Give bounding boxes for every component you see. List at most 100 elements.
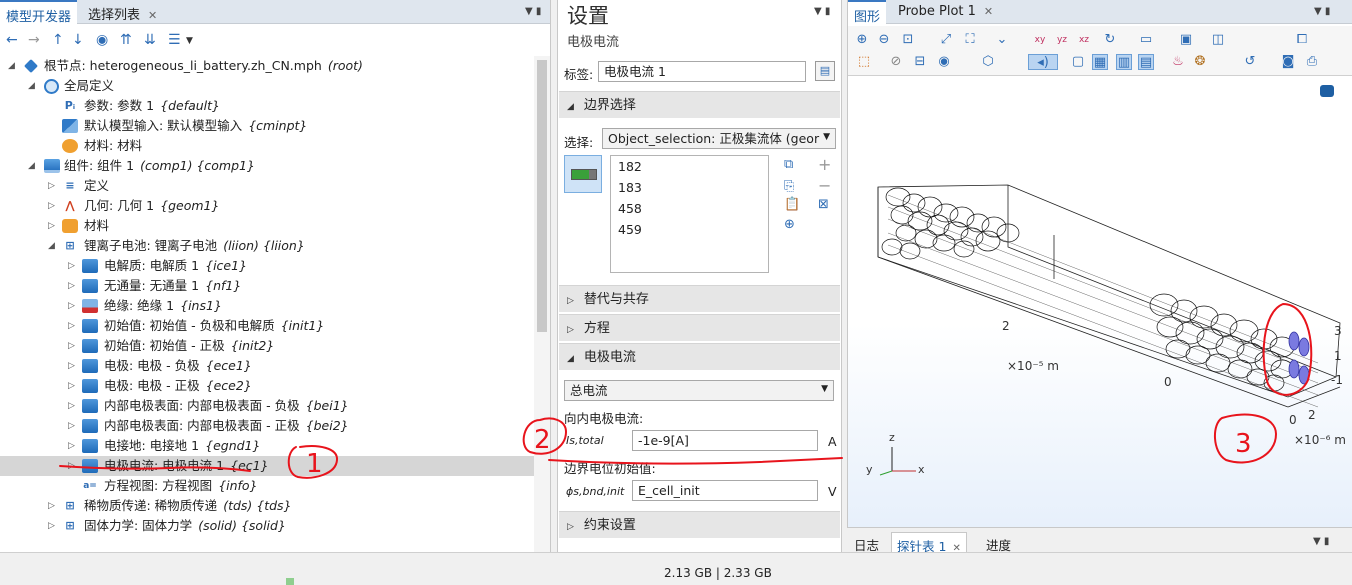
chevron-down-icon[interactable]: ▼ — [186, 36, 193, 46]
current-value-field[interactable]: -1e-9[A] — [632, 430, 818, 451]
move-down-icon[interactable]: ↓ — [72, 32, 84, 48]
expand-arrow-icon[interactable]: ◢ — [8, 56, 18, 76]
remove-icon[interactable]: − — [818, 176, 831, 195]
label-field[interactable]: 电极电流 1 — [598, 61, 806, 82]
collapse-all-icon[interactable]: ⇊ — [144, 32, 156, 48]
add-icon[interactable]: + — [818, 155, 831, 174]
graphics-canvas[interactable]: 2 ×10⁻⁵ m 0 0 2 ×10⁻⁶ m 3 1 -1 z y x — [848, 77, 1352, 527]
expand-arrow-icon[interactable]: ▷ — [48, 216, 58, 236]
list-item[interactable]: 459 — [611, 219, 768, 240]
section-boundary-selection[interactable]: ◢ 边界选择 — [559, 91, 840, 118]
expand-arrow-icon[interactable]: ▷ — [68, 456, 78, 476]
tree-item-definitions[interactable]: ▷ ≡ 定义 — [0, 176, 534, 196]
visibility-icon[interactable]: ◉ — [936, 54, 952, 70]
tab-probe-plot[interactable]: Probe Plot 1 ✕ — [892, 0, 999, 24]
zoom-extents-icon[interactable]: ⤢ — [938, 32, 954, 48]
tree-item-internal-surface-2[interactable]: ▷ 内部电极表面: 内部电极表面 - 正极 {bei2} — [0, 416, 534, 436]
active-selection-button[interactable] — [564, 155, 602, 193]
phi-value-field[interactable]: E_cell_init — [632, 480, 818, 501]
expand-arrow-icon[interactable]: ▷ — [68, 276, 78, 296]
tree-item-internal-surface-1[interactable]: ▷ 内部电极表面: 内部电极表面 - 负极 {bei1} — [0, 396, 534, 416]
paste-icon[interactable]: 📋 — [784, 197, 800, 212]
panel-menu-icon[interactable]: ▼ ▮ — [814, 6, 830, 17]
tree-item-electrode-current[interactable]: ▷ 电极电流: 电极电流 1 {ec1} — [0, 456, 534, 476]
tree-item-ground[interactable]: ▷ 电接地: 电接地 1 {egnd1} — [0, 436, 534, 456]
expand-arrow-icon[interactable]: ▷ — [48, 496, 58, 516]
tab-graphics[interactable]: 图形 — [848, 0, 887, 25]
expand-arrow-icon[interactable]: ▷ — [68, 356, 78, 376]
zoom-in-icon[interactable]: ⊕ — [854, 32, 870, 48]
zoom-selection-icon[interactable]: ⛶ — [962, 32, 978, 48]
list-item[interactable]: 458 — [611, 198, 768, 219]
expand-arrow-icon[interactable]: ▷ — [68, 416, 78, 436]
select-from-graphics-icon[interactable]: ⧉ — [784, 157, 793, 172]
transparency-icon[interactable]: ⬡ — [980, 54, 996, 70]
tree-item-parameters[interactable]: Pᵢ 参数: 参数 1 {default} — [0, 96, 534, 116]
zoom-to-selection-icon[interactable]: ⊕ — [784, 217, 795, 232]
expand-arrow-icon[interactable]: ▷ — [68, 396, 78, 416]
zoom-box-icon[interactable]: ⊡ — [900, 32, 916, 48]
panel-menu-icon[interactable]: ▼ ▮ — [525, 6, 541, 17]
tab-log[interactable]: 日志 — [849, 532, 884, 553]
expand-arrow-icon[interactable]: ▷ — [48, 196, 58, 216]
axis-orientation-icon[interactable]: ⌄ — [994, 32, 1010, 48]
light-icon[interactable]: ◫ — [1210, 32, 1226, 48]
print-icon[interactable]: ⎙ — [1304, 54, 1320, 70]
tab-selection-list[interactable]: 选择列表 ✕ — [82, 0, 163, 24]
list-item[interactable]: 182 — [611, 156, 768, 177]
rotate-icon[interactable]: ↻ — [1102, 32, 1118, 48]
back-arrow-icon[interactable]: ← — [6, 32, 18, 48]
section-electrode-current[interactable]: ◢ 电极电流 — [559, 343, 840, 370]
xy-view-icon[interactable]: xy — [1032, 32, 1048, 48]
expand-arrow-icon[interactable]: ▷ — [68, 296, 78, 316]
scrollbar-thumb[interactable] — [537, 60, 547, 332]
tree-item-geometry[interactable]: ▷ ⋀ 几何: 几何 1 {geom1} — [0, 196, 534, 216]
expand-arrow-icon[interactable]: ◢ — [28, 76, 38, 96]
section-equation[interactable]: ▷ 方程 — [559, 314, 840, 341]
expand-arrow-icon[interactable]: ▷ — [68, 256, 78, 276]
clear-selection-icon[interactable]: ⊠ — [818, 197, 829, 212]
panel-menu-icon[interactable]: ▼ ▮ — [1314, 6, 1330, 17]
select-object-icon[interactable]: ⬚ — [856, 54, 872, 70]
show-objects-icon[interactable]: ⊟ — [912, 54, 928, 70]
tab-probe-table[interactable]: 探针表 1 ✕ — [891, 532, 967, 554]
section-constraint[interactable]: ▷ 约束设置 — [559, 511, 840, 538]
tree-item-electrolyte[interactable]: ▷ 电解质: 电解质 1 {ice1} — [0, 256, 534, 276]
expand-arrow-icon[interactable]: ▷ — [68, 436, 78, 456]
forward-arrow-icon[interactable]: → — [28, 32, 40, 48]
copy-icon[interactable]: ⎘ — [784, 179, 794, 194]
selection-dropdown[interactable]: Object_selection: 正极集流体 (geor ▼ — [602, 128, 836, 149]
table-icon[interactable]: ▤ — [1138, 54, 1154, 70]
hide-icon[interactable]: ⊘ — [888, 54, 904, 70]
tree-item-electrode-positive[interactable]: ▷ 电极: 电极 - 正极 {ece2} — [0, 376, 534, 396]
tree-item-initial-values-1[interactable]: ▷ 初始值: 初始值 - 负极和电解质 {init1} — [0, 316, 534, 336]
tree-item-equation-view[interactable]: a= 方程视图: 方程视图 {info} — [0, 476, 534, 496]
current-type-dropdown[interactable]: 总电流 ▼ — [564, 380, 834, 401]
zoom-out-icon[interactable]: ⊖ — [876, 32, 892, 48]
expand-arrow-icon[interactable]: ▷ — [48, 176, 58, 196]
camera-icon[interactable]: ▭ — [1138, 32, 1154, 48]
tree-item-component[interactable]: ◢ 组件: 组件 1 (comp1) {comp1} — [0, 156, 534, 176]
chart-icon[interactable]: ▥ — [1116, 54, 1132, 70]
tree-item-no-flux[interactable]: ▷ 无通量: 无通量 1 {nf1} — [0, 276, 534, 296]
label-edit-icon[interactable]: ▤ — [815, 61, 835, 81]
expand-arrow-icon[interactable]: ▷ — [68, 336, 78, 356]
expand-arrow-icon[interactable]: ▷ — [48, 516, 58, 536]
render-mode-icon[interactable]: ◂) — [1028, 54, 1058, 70]
close-icon[interactable]: ✕ — [984, 5, 993, 18]
close-icon[interactable]: ✕ — [148, 9, 157, 22]
expand-arrow-icon[interactable]: ▷ — [68, 376, 78, 396]
snapshot-icon[interactable]: ◙ — [1280, 54, 1296, 70]
move-up-icon[interactable]: ↑ — [52, 32, 64, 48]
tree-item-default-inputs[interactable]: 默认模型输入: 默认模型输入 {cminpt} — [0, 116, 534, 136]
panel-menu-icon[interactable]: ▼ ▮ — [1313, 536, 1329, 547]
tree-item-insulation[interactable]: ▷ 绝缘: 绝缘 1 {ins1} — [0, 296, 534, 316]
expand-arrow-icon[interactable]: ◢ — [28, 156, 38, 176]
fit-window-icon[interactable]: ⧠ — [1294, 32, 1310, 48]
tree-item-solid-mechanics[interactable]: ▷ ⊞ 固体力学: 固体力学 (solid) {solid} — [0, 516, 534, 536]
tab-progress[interactable]: 进度 — [981, 532, 1016, 553]
yz-view-icon[interactable]: yz — [1054, 32, 1070, 48]
expand-arrow-icon[interactable]: ▷ — [68, 316, 78, 336]
tree-item-initial-values-2[interactable]: ▷ 初始值: 初始值 - 正极 {init2} — [0, 336, 534, 356]
list-item[interactable]: 183 — [611, 177, 768, 198]
